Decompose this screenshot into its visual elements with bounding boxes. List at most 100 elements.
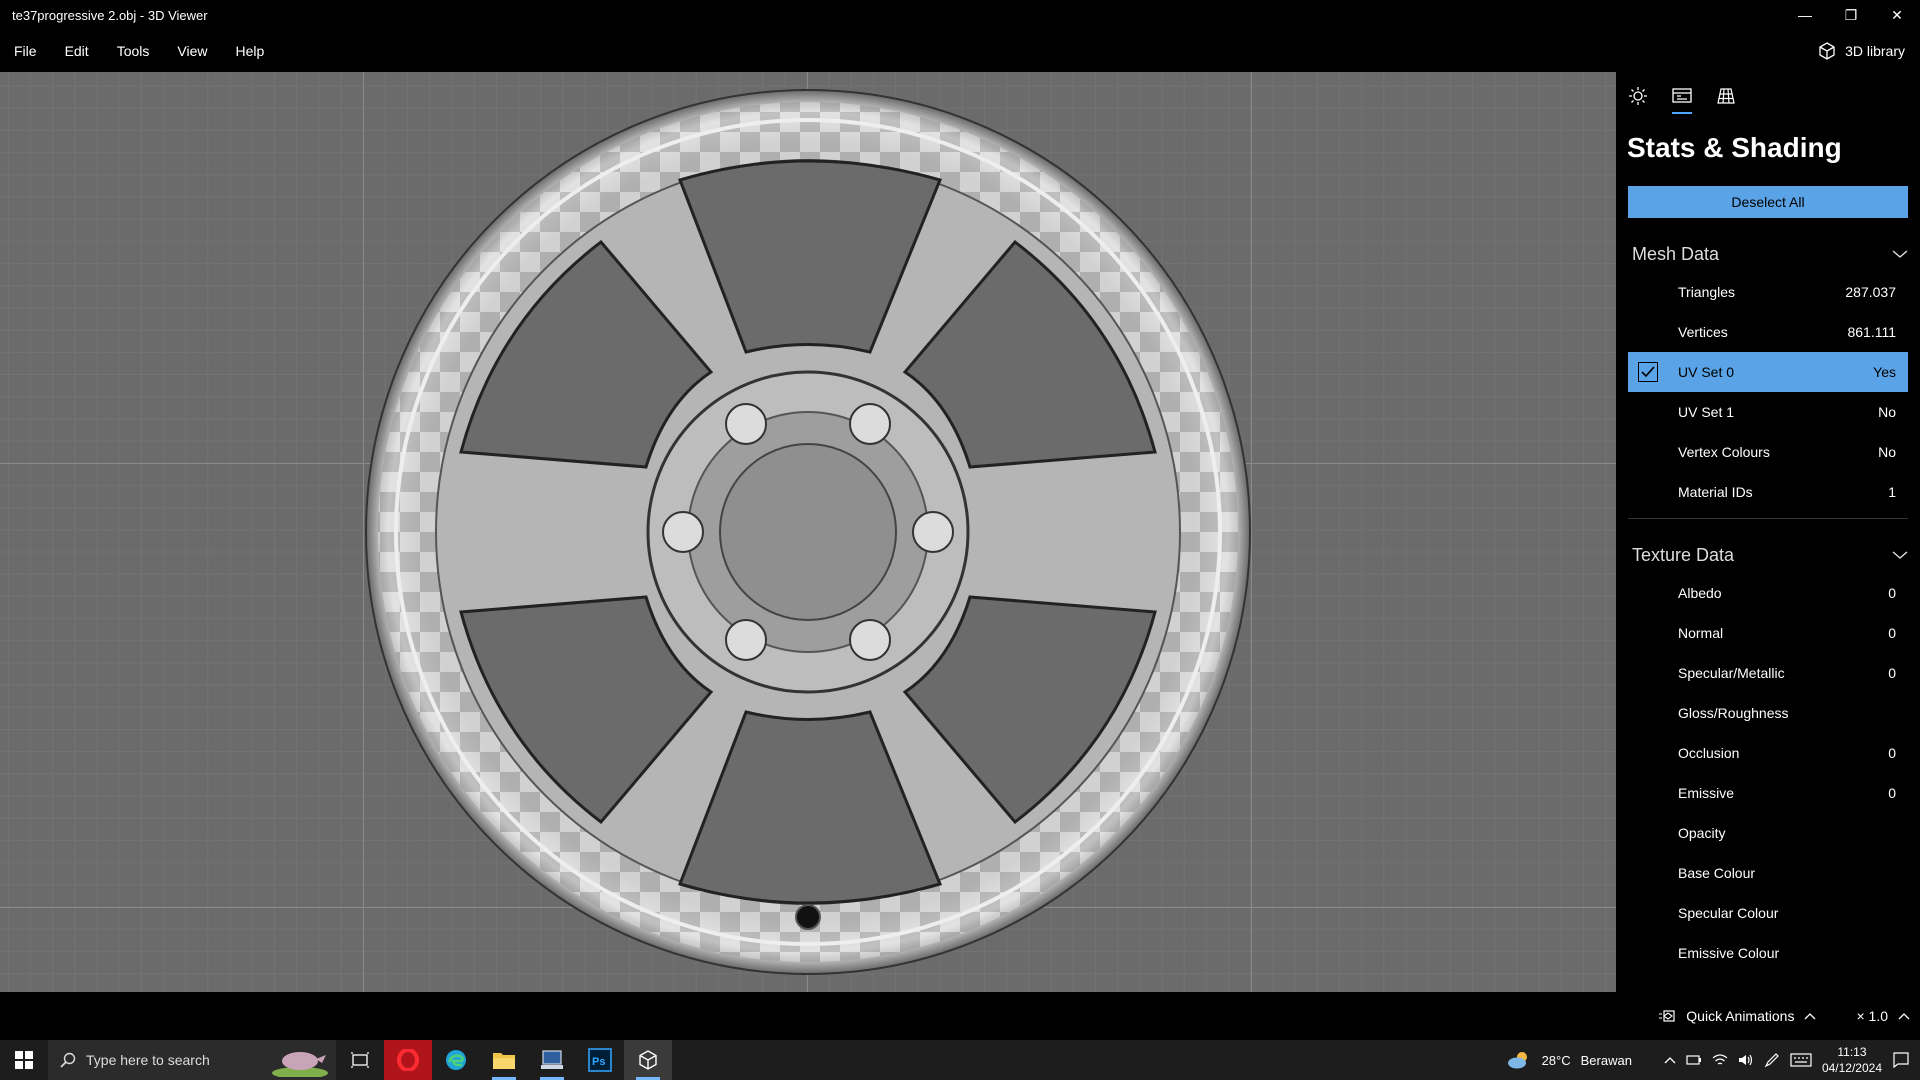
stat-row[interactable]: Base Colour — [1628, 853, 1908, 893]
restore-button[interactable]: ❐ — [1828, 0, 1874, 30]
stat-row[interactable]: Gloss/Roughness — [1628, 693, 1908, 733]
stat-row[interactable]: Material IDs 1 — [1628, 472, 1908, 512]
menu-view[interactable]: View — [163, 43, 221, 59]
minimize-button[interactable]: — — [1782, 0, 1828, 30]
pen-icon[interactable] — [1764, 1052, 1780, 1068]
stat-value: 0 — [1888, 585, 1896, 601]
task-view-button[interactable] — [336, 1040, 384, 1080]
stat-row[interactable]: Specular/Metallic 0 — [1628, 653, 1908, 693]
deselect-all-button[interactable]: Deselect All — [1628, 186, 1908, 218]
stat-row[interactable]: Vertex Colours No — [1628, 432, 1908, 472]
weather-temperature[interactable]: 28°C — [1542, 1053, 1571, 1068]
menu-file[interactable]: File — [0, 43, 51, 59]
task-view-icon — [351, 1052, 369, 1068]
stat-value: 0 — [1888, 625, 1896, 641]
animation-icon — [1659, 1010, 1675, 1022]
stat-label: Normal — [1678, 625, 1724, 641]
file-explorer-button[interactable] — [480, 1040, 528, 1080]
speaker-icon[interactable] — [1738, 1053, 1754, 1067]
stat-value: 0 — [1888, 745, 1896, 761]
battery-icon[interactable] — [1686, 1054, 1702, 1066]
window-title: te37progressive 2.obj - 3D Viewer — [12, 7, 208, 23]
rhino-icon — [272, 1052, 328, 1077]
stat-row[interactable]: Vertices 861.111 — [1628, 312, 1908, 352]
stat-row[interactable]: Specular Colour — [1628, 893, 1908, 933]
taskbar: Type here to search Ps 28°C Berawan 11:1… — [0, 1040, 1920, 1080]
mesh-data-header[interactable]: Mesh Data — [1632, 236, 1908, 272]
3d-library-label: 3D library — [1845, 43, 1905, 59]
folder-icon — [493, 1053, 515, 1069]
photoshop-button[interactable]: Ps — [576, 1040, 624, 1080]
animation-speed[interactable]: × 1.0 — [1856, 1008, 1888, 1024]
stat-label: Base Colour — [1678, 865, 1756, 881]
stat-value: Yes — [1873, 364, 1896, 380]
stat-label: Vertex Colours — [1678, 444, 1770, 460]
chevron-up-icon[interactable] — [1804, 1012, 1816, 1020]
menu-help[interactable]: Help — [221, 43, 278, 59]
stat-row[interactable]: Albedo 0 — [1628, 573, 1908, 613]
menu-tools[interactable]: Tools — [103, 43, 164, 59]
opera-button[interactable] — [384, 1040, 432, 1080]
chevron-down-icon — [1892, 551, 1908, 559]
sun-icon — [1629, 87, 1647, 105]
section-title: Mesh Data — [1632, 243, 1720, 264]
stat-row[interactable]: Normal 0 — [1628, 613, 1908, 653]
texture-data-header[interactable]: Texture Data — [1632, 537, 1908, 573]
network-app-button[interactable] — [528, 1040, 576, 1080]
taskbar-search[interactable]: Type here to search — [48, 1040, 336, 1080]
clock-date: 04/12/2024 — [1821, 1061, 1882, 1075]
3d-viewer-button[interactable] — [624, 1040, 672, 1080]
notification-icon[interactable] — [1892, 1051, 1910, 1069]
menu-bar: File Edit Tools View Help 3D library — [0, 30, 1920, 72]
3d-viewport[interactable] — [0, 72, 1616, 992]
3d-library-button[interactable]: 3D library — [1817, 41, 1920, 61]
stat-row[interactable]: Emissive 0 — [1628, 773, 1908, 813]
chevron-up-icon[interactable] — [1664, 1056, 1676, 1064]
stat-value: 1 — [1888, 484, 1896, 500]
tab-lighting[interactable] — [1626, 86, 1650, 116]
quick-animations-button[interactable]: Quick Animations — [1686, 1008, 1794, 1024]
stat-label: Opacity — [1678, 825, 1726, 841]
stat-row[interactable]: Occlusion 0 — [1628, 733, 1908, 773]
search-icon — [60, 1052, 76, 1068]
search-placeholder: Type here to search — [86, 1052, 210, 1068]
start-button[interactable] — [0, 1040, 48, 1080]
clock[interactable]: 11:13 04/12/2024 — [1822, 1044, 1882, 1076]
edge-icon — [446, 1050, 466, 1070]
windows-icon — [15, 1051, 33, 1069]
close-button[interactable]: ✕ — [1874, 0, 1920, 30]
stat-label: Vertices — [1678, 324, 1728, 340]
svg-text:Ps: Ps — [592, 1056, 605, 1068]
stat-row[interactable]: Emissive Colour — [1628, 933, 1908, 973]
checkbox-checked-icon[interactable] — [1638, 362, 1658, 382]
weather-description[interactable]: Berawan — [1581, 1053, 1632, 1068]
stat-label: Specular Colour — [1678, 905, 1779, 921]
stat-value: 0 — [1888, 665, 1896, 681]
stat-label: Gloss/Roughness — [1678, 705, 1789, 721]
tab-stats[interactable] — [1670, 86, 1694, 116]
wheel-model — [365, 89, 1251, 975]
chevron-up-icon[interactable] — [1898, 1012, 1910, 1020]
stat-label: Occlusion — [1678, 745, 1740, 761]
stat-label: UV Set 1 — [1678, 404, 1735, 420]
chevron-down-icon — [1892, 250, 1908, 258]
stat-label: Specular/Metallic — [1678, 665, 1785, 681]
clock-time: 11:13 — [1837, 1045, 1867, 1059]
stat-label: Material IDs — [1678, 484, 1753, 500]
photoshop-icon: Ps — [588, 1048, 612, 1072]
stat-row[interactable]: Triangles 287.037 — [1628, 272, 1908, 312]
tab-grid[interactable] — [1714, 86, 1738, 116]
divider — [1628, 518, 1908, 519]
stat-row[interactable]: Opacity — [1628, 813, 1908, 853]
wifi-icon[interactable] — [1712, 1053, 1728, 1067]
stat-label: Emissive — [1678, 785, 1735, 801]
title-bar: te37progressive 2.obj - 3D Viewer — ❐ ✕ — [0, 0, 1920, 30]
stat-label: Triangles — [1678, 284, 1736, 300]
menu-edit[interactable]: Edit — [51, 43, 103, 59]
cube-icon — [1819, 42, 1835, 60]
stat-row[interactable]: UV Set 1 No — [1628, 392, 1908, 432]
edge-button[interactable] — [432, 1040, 480, 1080]
keyboard-icon[interactable] — [1790, 1053, 1812, 1067]
stat-label: Emissive Colour — [1678, 945, 1780, 961]
stat-row[interactable]: UV Set 0 Yes — [1628, 352, 1908, 392]
